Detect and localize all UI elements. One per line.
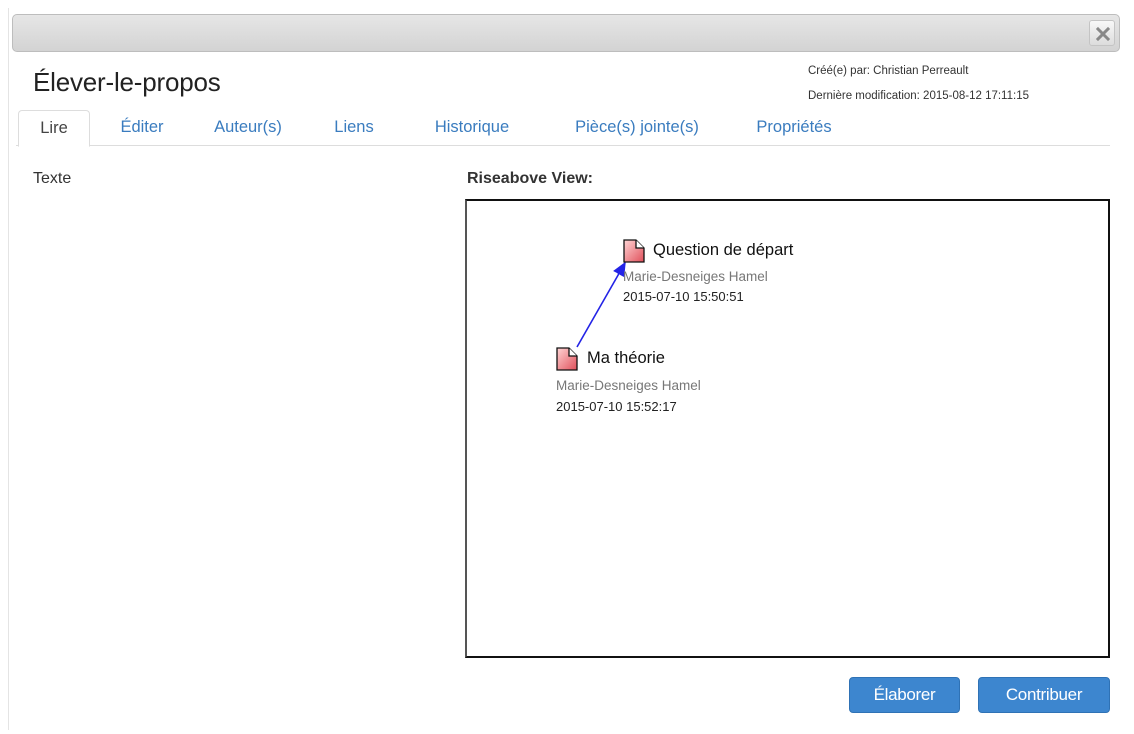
text-section-label: Texte bbox=[33, 170, 72, 187]
tab-historique[interactable]: Historique bbox=[416, 110, 528, 146]
tab-editer[interactable]: Éditer bbox=[102, 110, 182, 146]
created-by-text: Créé(e) par: Christian Perreault bbox=[808, 65, 969, 77]
link-arrow bbox=[576, 261, 626, 348]
page-title: Élever-le-propos bbox=[33, 67, 221, 97]
close-icon bbox=[1096, 27, 1110, 41]
note-title[interactable]: Ma théorie bbox=[587, 349, 665, 368]
note-document-icon[interactable] bbox=[556, 347, 578, 371]
tab-auteurs[interactable]: Auteur(s) bbox=[198, 110, 298, 146]
elaborate-button[interactable]: Élaborer bbox=[849, 677, 960, 713]
close-button[interactable] bbox=[1089, 20, 1115, 46]
note-author: Marie-Desneiges Hamel bbox=[556, 378, 701, 393]
tab-proprietes[interactable]: Propriétés bbox=[740, 110, 848, 146]
tab-bar: Lire Éditer Auteur(s) Liens Historique P… bbox=[16, 110, 1110, 147]
riseabove-view-label: Riseabove View: bbox=[467, 170, 593, 187]
note-title[interactable]: Question de départ bbox=[653, 241, 793, 260]
dialog-titlebar[interactable] bbox=[12, 14, 1120, 52]
note-document-icon[interactable] bbox=[623, 239, 645, 263]
tab-lire[interactable]: Lire bbox=[18, 110, 90, 147]
tab-liens[interactable]: Liens bbox=[324, 110, 384, 146]
contribute-button[interactable]: Contribuer bbox=[978, 677, 1110, 713]
last-modified-text: Dernière modification: 2015-08-12 17:11:… bbox=[808, 90, 1029, 102]
tab-pieces-jointes[interactable]: Pièce(s) jointe(s) bbox=[552, 110, 722, 146]
note-date: 2015-07-10 15:52:17 bbox=[556, 399, 677, 414]
riseabove-view-canvas[interactable]: Question de départ Marie-Desneiges Hamel… bbox=[465, 199, 1110, 658]
note-date: 2015-07-10 15:50:51 bbox=[623, 289, 744, 304]
note-author: Marie-Desneiges Hamel bbox=[623, 269, 768, 284]
